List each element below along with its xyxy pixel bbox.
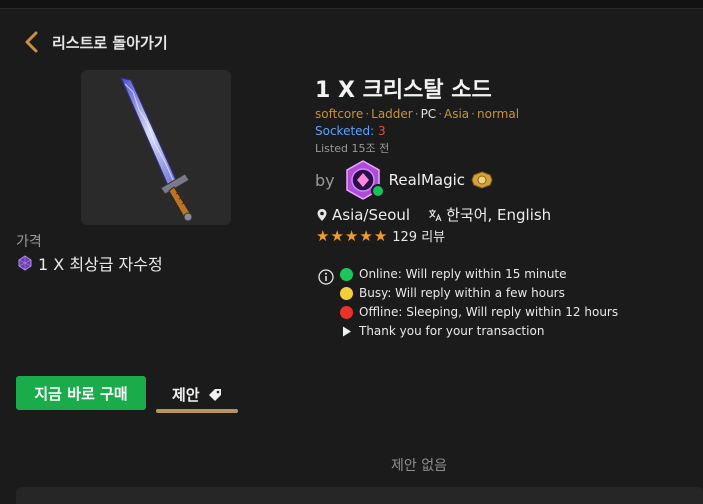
seller-location: Asia/Seoul [332, 205, 411, 224]
play-triangle-icon [343, 326, 351, 336]
top-bar [0, 0, 703, 9]
star-icon: ★ [344, 226, 359, 245]
seller-location-row: Asia/Seoul 한국어, English [316, 204, 551, 225]
tab-offers-label: 제안 [172, 386, 200, 404]
amethyst-gem-icon [18, 255, 32, 271]
back-label: 리스트로 돌아가기 [52, 33, 168, 52]
by-label: by [315, 170, 335, 190]
tab-offers[interactable]: 제안 [156, 378, 238, 414]
socketed-info: Socketed: 3 [315, 124, 386, 138]
socketed-value: 3 [378, 124, 386, 138]
location-pin-icon [317, 208, 327, 221]
seller-languages: 한국어, English [446, 206, 552, 224]
online-status-dot [370, 184, 385, 198]
status-offline-text: Offline: Sleeping, Will reply within 12 … [359, 305, 619, 319]
status-offline: Offline: Sleeping, Will reply within 12 … [340, 305, 618, 319]
info-icon [318, 269, 334, 285]
verified-badge-icon [471, 171, 493, 189]
socketed-label: Socketed: [315, 124, 375, 138]
seller-row: by RealMagic [315, 160, 493, 200]
status-online-text: Online: Will reply within 15 minute [359, 267, 567, 281]
seller-rating: ★ ★ ★ ★ ★ 129 리뷰 [316, 226, 445, 246]
no-offers-message: 제안 없음 [391, 458, 447, 474]
online-dot-icon [340, 267, 353, 281]
star-icon: ★ [373, 226, 388, 245]
listed-time: Listed 15조 전 [315, 142, 390, 155]
meta-platform: PC [420, 107, 437, 121]
status-busy-text: Busy: Will reply within a few hours [359, 286, 565, 300]
meta-ladder: Ladder [371, 107, 413, 121]
star-icon: ★ [330, 226, 344, 245]
price-label: 가격 [16, 234, 42, 250]
meta-difficulty: normal [477, 107, 520, 121]
back-to-list-link[interactable]: 리스트로 돌아가기 [22, 30, 168, 54]
seller-avatar[interactable] [343, 160, 385, 200]
seller-name[interactable]: RealMagic [389, 171, 465, 189]
thanks-line: Thank you for your transaction [340, 324, 544, 338]
price-row: 1 X 최상급 자수정 [18, 251, 163, 275]
chevron-left-icon [25, 31, 38, 53]
tag-icon [209, 389, 221, 401]
translate-icon [429, 209, 442, 221]
item-meta: softcore · Ladder · PC · Asia · normal [315, 107, 520, 121]
star-icon: ★ [359, 226, 373, 245]
crystal-sword-icon [119, 77, 193, 222]
meta-region: Asia [444, 107, 470, 121]
buy-now-button[interactable]: 지금 바로 구매 [16, 376, 146, 410]
price-value: 1 X 최상급 자수정 [38, 255, 163, 274]
review-count[interactable]: 129 리뷰 [392, 226, 445, 245]
offline-dot-icon [340, 305, 353, 319]
star-icon: ★ [316, 226, 330, 245]
offers-panel [16, 487, 703, 504]
item-title: 1 X 크리스탈 소드 [315, 78, 492, 103]
meta-mode: softcore [315, 107, 364, 121]
thanks-text: Thank you for your transaction [359, 324, 545, 338]
status-busy: Busy: Will reply within a few hours [340, 286, 565, 300]
status-online: Online: Will reply within 15 minute [340, 267, 567, 281]
tab-active-indicator [156, 409, 238, 413]
busy-dot-icon [340, 286, 353, 300]
item-image [81, 70, 231, 225]
